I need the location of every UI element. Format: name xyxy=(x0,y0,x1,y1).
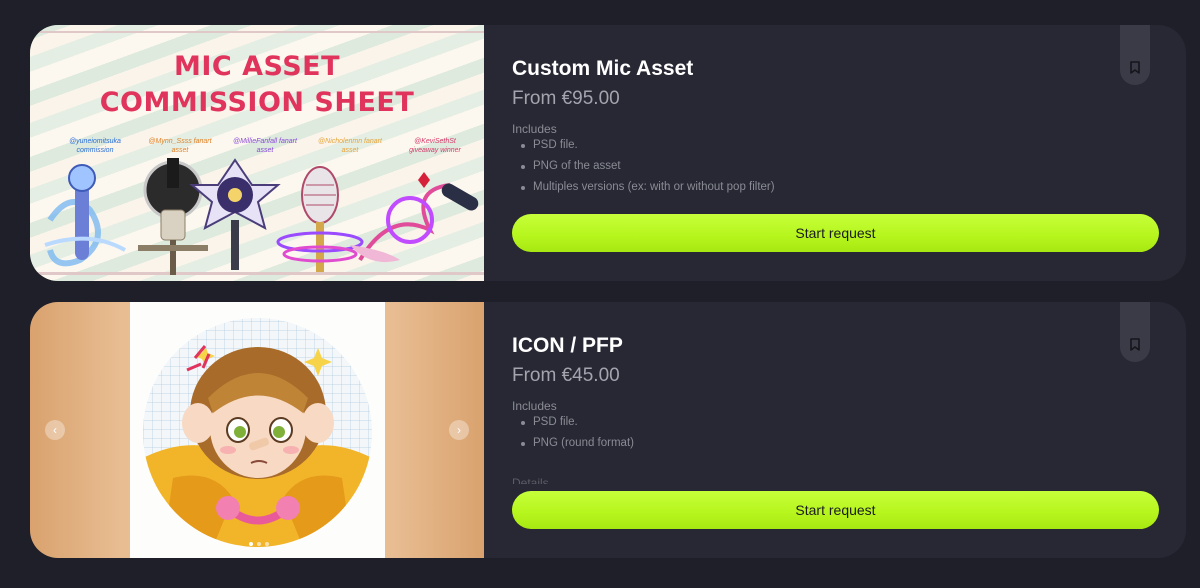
includes-list: PSD file. PNG (round format) xyxy=(521,414,634,456)
product-price: From €95.00 xyxy=(512,88,620,109)
product-image-carousel[interactable]: ‹ › xyxy=(30,302,484,558)
carousel-dot[interactable] xyxy=(265,542,269,546)
includes-item: PNG (round format) xyxy=(521,435,634,456)
start-request-button[interactable]: Start request xyxy=(512,491,1159,529)
product-card-mic-asset: MIC ASSET COMMISSION SHEET @yuneiomitsuk… xyxy=(30,25,1186,281)
carousel-next-button[interactable]: › xyxy=(449,420,469,440)
mic-illustration-4 xyxy=(276,166,364,272)
includes-item: PSD file. xyxy=(521,414,634,435)
product-image-mic-asset[interactable]: MIC ASSET COMMISSION SHEET @yuneiomitsuk… xyxy=(30,25,484,281)
carousel-prev-button[interactable]: ‹ xyxy=(45,420,65,440)
product-card-icon-pfp: ‹ › ICON / PFP From €45.00 Includes PSD … xyxy=(30,302,1186,558)
includes-item: PSD file. xyxy=(521,137,775,158)
mic-illustrations xyxy=(44,158,479,275)
bookmark-button[interactable] xyxy=(1120,25,1150,85)
image-heading-line-1: MIC ASSET xyxy=(173,51,341,82)
image-heading-line-2: COMMISSION SHEET xyxy=(99,87,415,118)
product-title: ICON / PFP xyxy=(512,334,623,357)
includes-item: Multiples versions (ex: with or without … xyxy=(521,179,775,200)
bookmark-button[interactable] xyxy=(1120,302,1150,362)
start-request-button[interactable]: Start request xyxy=(512,214,1159,252)
product-title: Custom Mic Asset xyxy=(512,57,694,80)
includes-item: PNG of the asset xyxy=(521,158,775,179)
mic-illustration-1 xyxy=(44,164,126,267)
product-info: ICON / PFP From €45.00 Includes PSD file… xyxy=(512,302,1186,558)
carousel-dot[interactable] xyxy=(249,542,253,546)
carousel-dots xyxy=(249,542,269,546)
mic-illustration-3 xyxy=(189,158,281,270)
includes-label: Includes xyxy=(512,122,557,136)
icon-preview-panel xyxy=(130,302,385,558)
product-info: Custom Mic Asset From €95.00 Includes PS… xyxy=(512,25,1186,281)
product-price: From €45.00 xyxy=(512,365,620,386)
chevron-left-icon: ‹ xyxy=(53,423,57,437)
chevron-right-icon: › xyxy=(457,423,461,437)
character-illustration xyxy=(143,345,372,547)
bookmark-icon xyxy=(1130,61,1140,74)
bookmark-icon xyxy=(1130,338,1140,351)
mic-illustration-5 xyxy=(350,172,479,263)
icon-preview-circle xyxy=(143,318,372,547)
mic-illustration-2 xyxy=(138,158,208,275)
details-label: Details xyxy=(512,476,549,484)
includes-label: Includes xyxy=(512,399,557,413)
includes-list: PSD file. PNG of the asset Multiples ver… xyxy=(521,137,775,200)
carousel-dot[interactable] xyxy=(257,542,261,546)
